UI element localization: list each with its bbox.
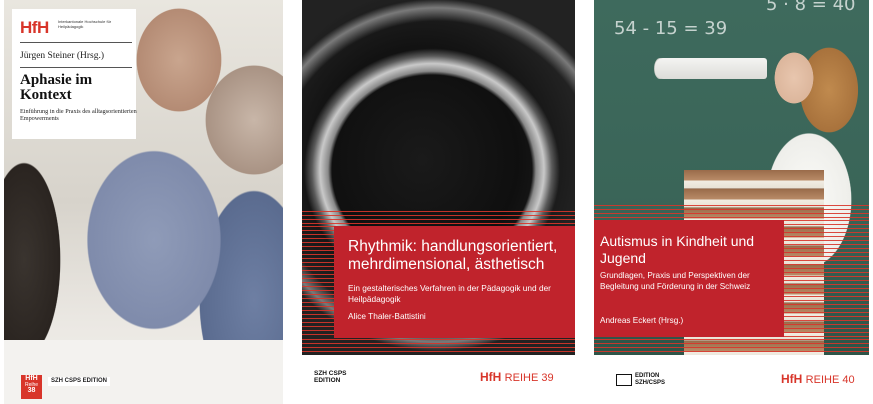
red-stripes-decoration xyxy=(594,205,869,219)
series-brand: HfH xyxy=(480,370,502,384)
red-stripes-decoration xyxy=(594,339,869,355)
series-badge-number: 38 xyxy=(27,387,36,394)
book-author: Alice Thaler-Battistini xyxy=(348,311,426,321)
book-author: Jürgen Steiner (Hrsg.) xyxy=(20,51,104,61)
book-cover-aphasie[interactable]: HfH Interkantonale Hochschule für Heilpä… xyxy=(4,0,283,404)
chalk-equation: 54 - 15 = 39 xyxy=(614,18,728,39)
publisher-icon xyxy=(616,374,632,386)
book-subtitle: Ein gestalterisches Verfahren in der Päd… xyxy=(348,283,551,304)
publisher-logo: SZH CSPS EDITION xyxy=(48,377,111,386)
paper-telescope xyxy=(655,58,767,79)
publisher-logo: SZH CSPS EDITION xyxy=(314,370,347,384)
red-stripes-decoration xyxy=(302,339,575,355)
book-title: Autismus in Kindheit und Jugend xyxy=(600,233,755,266)
series-brand: HfH xyxy=(781,372,803,386)
hfh-logo: HfH xyxy=(20,18,49,37)
book-subtitle: Einführung in die Praxis des alltagsorie… xyxy=(20,108,137,123)
publisher-name: EDITION SZH/CSPS xyxy=(635,373,666,386)
book-cover-rhythmik[interactable]: Rhythmik: handlungsorientiert, mehrdimen… xyxy=(302,0,575,404)
book-author: Andreas Eckert (Hrsg.) xyxy=(600,316,684,325)
series-logo: HfH REIHE 39 xyxy=(480,370,554,384)
cover-photo-table xyxy=(4,340,283,404)
red-stripes-decoration xyxy=(302,211,575,225)
red-stripes-decoration xyxy=(302,226,334,338)
divider xyxy=(20,67,132,68)
series-logo: HfH REIHE 40 xyxy=(781,372,855,386)
divider xyxy=(20,42,132,43)
book-title: Rhythmik: handlungsorientiert, mehrdimen… xyxy=(348,238,558,273)
chalk-equation: 5 · 8 = 40 xyxy=(766,0,856,15)
book-cover-autismus[interactable]: 54 - 15 = 39 5 · 8 = 40 Autismus in Kind… xyxy=(594,0,869,404)
publisher-logo: EDITION SZH/CSPS xyxy=(616,373,669,387)
series-label: REIHE 40 xyxy=(805,374,855,386)
institution-name: Interkantonale Hochschule für Heilpädago… xyxy=(58,19,112,29)
red-stripes-decoration xyxy=(784,220,869,337)
cover-title-label: HfH Interkantonale Hochschule für Heilpä… xyxy=(12,9,137,139)
series-label: REIHE 39 xyxy=(504,372,554,384)
book-title: Aphasie im Kontext xyxy=(20,72,93,103)
series-badge: HfH Reihe 38 xyxy=(21,375,42,399)
book-subtitle: Grundlagen, Praxis und Perspektiven der … xyxy=(600,271,751,291)
